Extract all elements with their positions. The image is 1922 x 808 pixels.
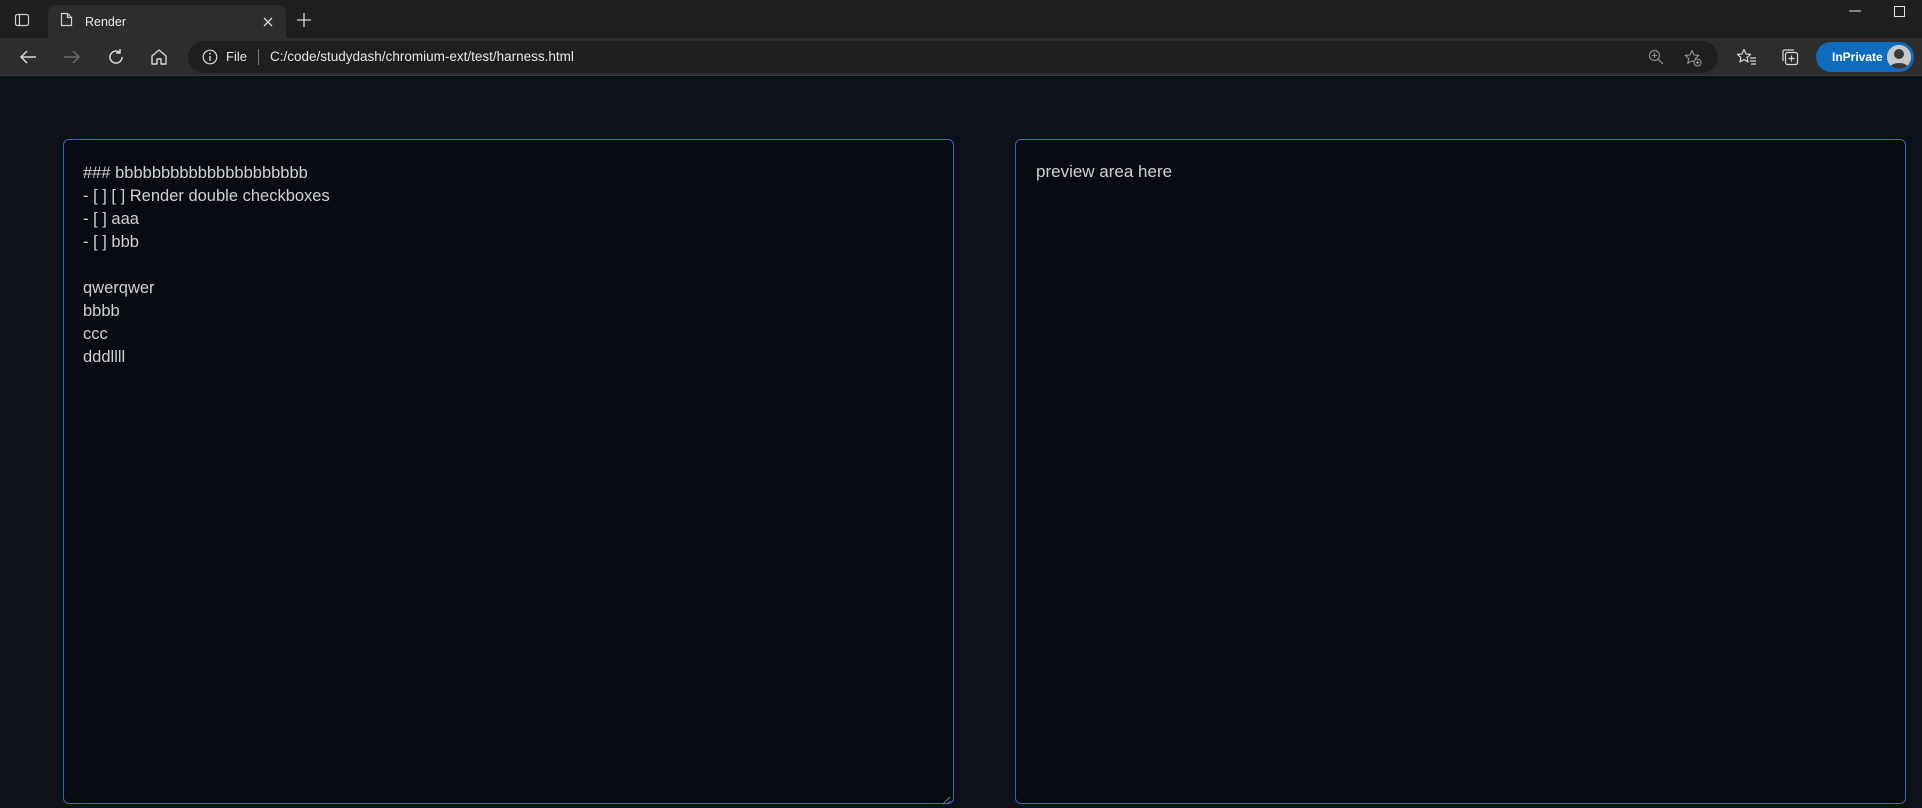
address-bar[interactable]: File C:/code/studydash/chromium-ext/test… bbox=[188, 41, 1718, 73]
tab-actions-icon[interactable] bbox=[12, 10, 32, 30]
back-icon[interactable] bbox=[18, 47, 38, 67]
resize-grip-icon[interactable] bbox=[942, 792, 951, 805]
maximize-icon[interactable] bbox=[1892, 4, 1906, 18]
info-icon[interactable] bbox=[202, 49, 218, 65]
preview-pane: preview area here bbox=[1015, 139, 1906, 804]
favorite-add-icon[interactable] bbox=[1684, 49, 1702, 67]
inprivate-badge[interactable]: InPrivate bbox=[1816, 42, 1914, 72]
forward-icon[interactable] bbox=[62, 47, 82, 67]
preview-placeholder: preview area here bbox=[1036, 162, 1173, 181]
tab-title: Render bbox=[85, 14, 126, 29]
markdown-editor[interactable]: ### bbbbbbbbbbbbbbbbbbbbb - [ ] [ ] Rend… bbox=[63, 139, 954, 805]
inprivate-label: InPrivate bbox=[1832, 50, 1883, 64]
scheme-label[interactable]: File bbox=[226, 49, 247, 64]
browser-toolbar: File C:/code/studydash/chromium-ext/test… bbox=[0, 38, 1922, 76]
favorites-icon[interactable] bbox=[1737, 47, 1757, 67]
page-icon bbox=[60, 12, 73, 32]
refresh-icon[interactable] bbox=[106, 47, 126, 67]
home-icon[interactable] bbox=[149, 47, 169, 67]
plus-icon[interactable] bbox=[295, 11, 313, 29]
url-text[interactable]: C:/code/studydash/chromium-ext/test/harn… bbox=[270, 49, 574, 64]
tab-render[interactable]: Render bbox=[48, 5, 286, 38]
tab-strip: Render bbox=[0, 0, 1922, 38]
avatar bbox=[1887, 45, 1911, 69]
close-icon[interactable] bbox=[260, 14, 276, 30]
collections-icon[interactable] bbox=[1780, 47, 1800, 67]
editor-content[interactable]: ### bbbbbbbbbbbbbbbbbbbbb - [ ] [ ] Rend… bbox=[83, 162, 330, 369]
omnibox-divider bbox=[258, 49, 259, 65]
minimize-icon[interactable] bbox=[1846, 5, 1864, 17]
zoom-icon[interactable] bbox=[1648, 49, 1664, 65]
